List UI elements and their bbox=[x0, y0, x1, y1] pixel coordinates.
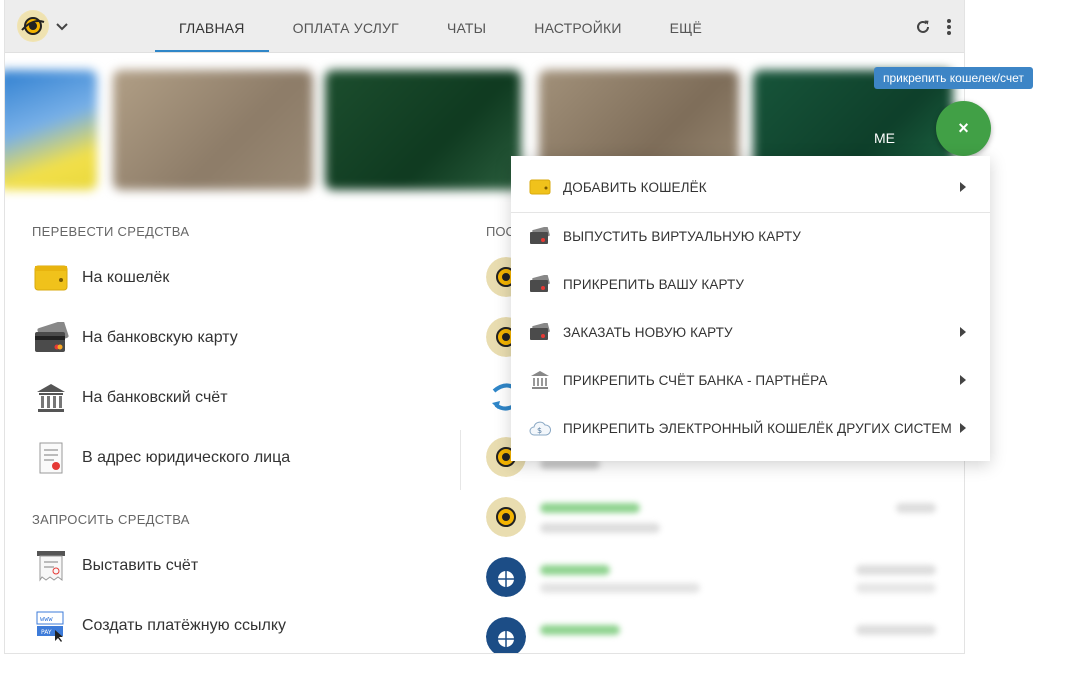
menu-item-partner-bank[interactable]: ПРИКРЕПИТЬ СЧЁТ БАНКА - ПАРТНЁРА bbox=[511, 356, 990, 404]
transfer-to-wallet-label: На кошелёк bbox=[82, 269, 170, 286]
tab-settings[interactable]: НАСТРОЙКИ bbox=[510, 0, 645, 52]
card-icon bbox=[528, 323, 552, 341]
menu-item-order-card[interactable]: ЗАКАЗАТЬ НОВУЮ КАРТУ bbox=[511, 308, 990, 356]
menu-item-label: ПРИКРЕПИТЬ ЭЛЕКТРОННЫЙ КОШЕЛЁК ДРУГИХ СИ… bbox=[563, 420, 952, 436]
card-1[interactable] bbox=[5, 70, 97, 190]
submenu-arrow-icon bbox=[960, 375, 966, 385]
menu-item-virtual-card[interactable]: ВЫПУСТИТЬ ВИРТУАЛЬНУЮ КАРТУ bbox=[511, 212, 990, 260]
close-fab-button[interactable]: × bbox=[936, 101, 991, 156]
payment-link-icon: www PAY bbox=[32, 609, 70, 643]
transfer-to-bank-account-label: На банковский счёт bbox=[82, 389, 228, 406]
avatar bbox=[486, 497, 526, 537]
svg-text:PAY: PAY bbox=[41, 629, 52, 636]
top-bar: ГЛАВНАЯ ОПЛАТА УСЛУГ ЧАТЫ НАСТРОЙКИ ЕЩЁ bbox=[5, 0, 964, 53]
menu-item-attach-card[interactable]: ПРИКРЕПИТЬ ВАШУ КАРТУ bbox=[511, 260, 990, 308]
issue-invoice-label: Выставить счёт bbox=[82, 557, 199, 574]
bank-building-icon bbox=[32, 381, 70, 415]
transfer-section-title: ПЕРЕВЕСТИ СРЕДСТВА bbox=[32, 224, 190, 239]
history-row[interactable] bbox=[486, 497, 946, 541]
wallet-icon bbox=[32, 261, 70, 295]
menu-item-other-ewallet[interactable]: $ ПРИКРЕПИТЬ ЭЛЕКТРОННЫЙ КОШЕЛЁК ДРУГИХ … bbox=[511, 404, 990, 452]
transfer-to-card[interactable]: На банковскую карту bbox=[32, 318, 238, 358]
tab-main[interactable]: ГЛАВНАЯ bbox=[155, 0, 269, 52]
card-2[interactable] bbox=[113, 70, 313, 190]
menu-item-label: ПРИКРЕПИТЬ СЧЁТ БАНКА - ПАРТНЁРА bbox=[563, 372, 828, 388]
card-label-partial: ME bbox=[874, 130, 895, 146]
transfer-to-legal-entity[interactable]: В адрес юридического лица bbox=[32, 438, 290, 478]
transfer-to-wallet[interactable]: На кошелёк bbox=[32, 258, 169, 298]
invoice-icon bbox=[32, 549, 70, 583]
webmoney-logo-icon bbox=[486, 557, 526, 597]
chevron-down-icon[interactable] bbox=[55, 20, 69, 34]
cloud-dollar-icon: $ bbox=[528, 420, 552, 436]
history-row[interactable] bbox=[486, 617, 946, 653]
menu-item-label: ЗАКАЗАТЬ НОВУЮ КАРТУ bbox=[563, 324, 733, 340]
tab-payments[interactable]: ОПЛАТА УСЛУГ bbox=[269, 0, 423, 52]
svg-text:$: $ bbox=[537, 426, 542, 435]
transfer-to-card-label: На банковскую карту bbox=[82, 329, 238, 346]
submenu-arrow-icon bbox=[960, 182, 966, 192]
column-divider bbox=[460, 430, 461, 490]
toolbar-icons bbox=[914, 18, 952, 36]
menu-item-label: ПРИКРЕПИТЬ ВАШУ КАРТУ bbox=[563, 276, 744, 292]
issue-invoice[interactable]: Выставить счёт bbox=[32, 546, 198, 586]
fab-tooltip: прикрепить кошелек/счет bbox=[874, 67, 1033, 89]
menu-item-add-wallet[interactable]: ДОБАВИТЬ КОШЕЛЁК bbox=[511, 163, 990, 211]
request-section-title: ЗАПРОСИТЬ СРЕДСТВА bbox=[32, 512, 190, 527]
bank-icon bbox=[528, 370, 552, 390]
menu-item-label: ДОБАВИТЬ КОШЕЛЁК bbox=[563, 179, 707, 195]
bank-card-icon bbox=[32, 321, 70, 355]
submenu-arrow-icon bbox=[960, 423, 966, 433]
card-3[interactable] bbox=[325, 70, 521, 190]
tab-chats[interactable]: ЧАТЫ bbox=[423, 0, 510, 52]
transfer-to-legal-entity-label: В адрес юридического лица bbox=[82, 449, 291, 466]
card-icon bbox=[528, 275, 552, 293]
close-icon: × bbox=[958, 118, 969, 138]
attach-menu: ДОБАВИТЬ КОШЕЛЁК ВЫПУСТИТЬ ВИРТУАЛЬНУЮ К… bbox=[511, 156, 990, 461]
create-payment-link[interactable]: www PAY Создать платёжную ссылку bbox=[32, 606, 286, 646]
history-row[interactable] bbox=[486, 557, 946, 601]
user-avatar-logo[interactable] bbox=[17, 10, 49, 42]
refresh-icon[interactable] bbox=[914, 18, 932, 36]
transfer-to-bank-account[interactable]: На банковский счёт bbox=[32, 378, 228, 418]
create-payment-link-label: Создать платёжную ссылку bbox=[82, 617, 287, 634]
wallet-icon bbox=[528, 179, 552, 195]
main-tabs: ГЛАВНАЯ ОПЛАТА УСЛУГ ЧАТЫ НАСТРОЙКИ ЕЩЁ bbox=[155, 0, 726, 52]
tab-more[interactable]: ЕЩЁ bbox=[646, 0, 726, 52]
submenu-arrow-icon bbox=[960, 327, 966, 337]
menu-item-label: ВЫПУСТИТЬ ВИРТУАЛЬНУЮ КАРТУ bbox=[563, 228, 801, 244]
more-vert-icon[interactable] bbox=[946, 18, 952, 36]
svg-text:www: www bbox=[40, 615, 53, 623]
logo-icon bbox=[18, 11, 48, 41]
card-icon bbox=[528, 227, 552, 245]
document-icon bbox=[32, 441, 70, 475]
webmoney-logo-icon bbox=[486, 617, 526, 653]
